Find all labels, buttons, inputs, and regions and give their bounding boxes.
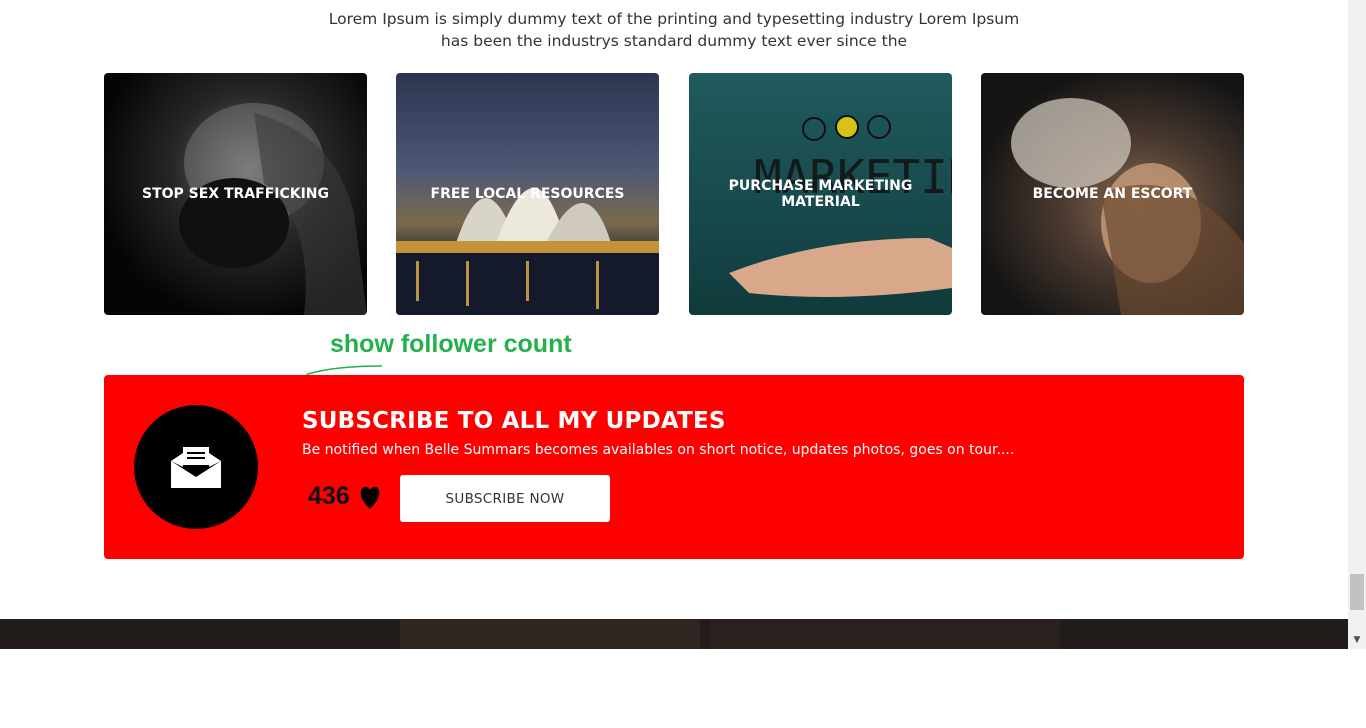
card-label: FREE LOCAL RESOURCES <box>430 186 625 202</box>
envelope-badge <box>134 405 258 529</box>
page-viewport: Lorem Ipsum is simply dummy text of the … <box>0 0 1366 649</box>
intro-text: Lorem Ipsum is simply dummy text of the … <box>0 8 1348 52</box>
card-stop-sex-trafficking[interactable]: STOP SEX TRAFFICKING <box>104 73 367 315</box>
card-free-local-resources[interactable]: FREE LOCAL RESOURCES <box>396 73 659 315</box>
footer-image-strip <box>0 619 1348 649</box>
subscribe-banner: SUBSCRIBE TO ALL MY UPDATES Be notified … <box>104 375 1244 559</box>
card-label: PURCHASE MARKETING MATERIAL <box>728 178 913 210</box>
card-label: BECOME AN ESCORT <box>1032 186 1193 202</box>
subscribe-title: SUBSCRIBE TO ALL MY UPDATES <box>302 408 726 434</box>
annotation-show-follower-count: show follower count <box>330 330 572 358</box>
card-become-an-escort[interactable]: BECOME AN ESCORT <box>981 73 1244 315</box>
follower-count: 436 <box>308 482 350 510</box>
subscribe-subtitle: Be notified when Belle Summars becomes a… <box>302 442 1015 458</box>
intro-line-1: Lorem Ipsum is simply dummy text of the … <box>328 10 1020 28</box>
envelope-icon <box>171 447 221 488</box>
subscribe-now-button[interactable]: SUBSCRIBE NOW <box>400 475 610 522</box>
vertical-scrollbar[interactable] <box>1348 0 1366 649</box>
heart-icon <box>360 486 380 509</box>
intro-line-2: has been the industrys standard dummy te… <box>440 32 908 50</box>
card-purchase-marketing-material[interactable]: MARKETING PURCHASE MARKETING MATERIAL <box>689 73 952 315</box>
scroll-down-arrow-icon[interactable]: ▼ <box>1348 631 1366 649</box>
card-label: STOP SEX TRAFFICKING <box>141 186 330 202</box>
scrollbar-thumb[interactable] <box>1350 574 1364 610</box>
